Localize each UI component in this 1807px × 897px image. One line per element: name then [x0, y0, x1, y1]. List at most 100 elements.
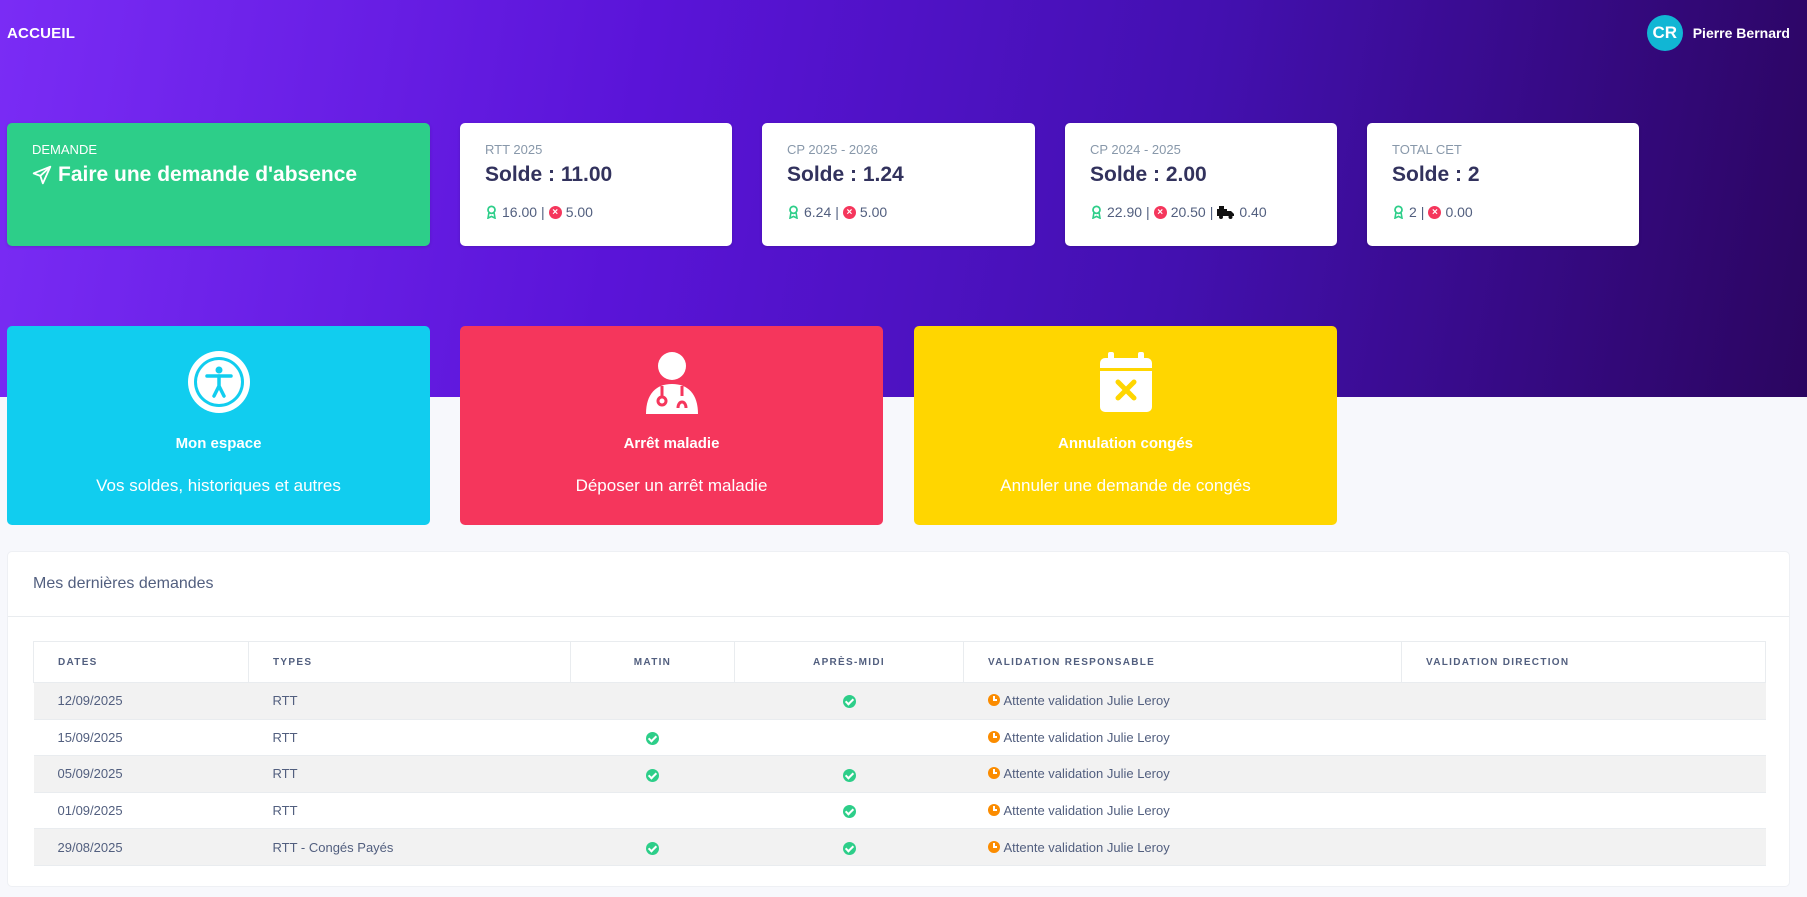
column-header-types[interactable]: TYPES — [248, 641, 571, 683]
balance-solde: Solde : 2.00 — [1090, 163, 1207, 186]
new-request-link[interactable]: Faire une demande d'absence — [32, 163, 405, 187]
column-header-matin[interactable]: MATIN — [570, 641, 735, 683]
balance-label: CP 2024 - 2025 — [1090, 142, 1181, 157]
new-request-card[interactable]: DEMANDE Faire une demande d'absence — [7, 123, 430, 246]
taken-value: 0.00 — [1445, 204, 1473, 220]
action-title: Arrêt maladie — [623, 435, 720, 452]
balance-solde: Solde : 1.24 — [787, 163, 904, 186]
balance-card-total-cet[interactable]: TOTAL CET Solde : 2 2 | × 0.00 — [1367, 123, 1639, 246]
cell-matin — [571, 792, 735, 829]
calendar-x-icon — [1099, 352, 1152, 412]
table-row[interactable]: 12/09/2025 RTT Attente validation Julie Le… — [33, 682, 1766, 720]
acquired-value: 2 — [1409, 204, 1417, 220]
validation-status: Attente validation Julie Leroy — [1003, 729, 1170, 745]
balance-card-cp-2025-2026[interactable]: CP 2025 - 2026 Solde : 1.24 6.24 | × 5.0… — [762, 123, 1035, 246]
check-circle-icon — [646, 841, 659, 855]
clock-icon — [987, 804, 1000, 817]
award-icon — [1092, 205, 1101, 219]
cell-validation-responsable: Attente validation Julie Leroy — [963, 828, 1402, 866]
table-row[interactable]: 01/09/2025 RTT Attente validation Julie Le… — [33, 792, 1766, 829]
balance-meta: 6.24 | × 5.00 — [787, 204, 1010, 220]
clock-icon — [987, 694, 1000, 707]
column-header-validation-responsable[interactable]: VALIDATION RESPONSABLE — [963, 641, 1402, 683]
doctor-icon — [645, 352, 698, 414]
panel-title: Mes dernières demandes — [8, 552, 1789, 617]
balance-solde: Solde : 2 — [1392, 163, 1480, 186]
cancel-circle-icon: × — [1153, 205, 1167, 219]
cell-date: 15/09/2025 — [57, 729, 123, 745]
action-desc: Annuler une demande de congés — [1000, 476, 1251, 495]
award-icon — [789, 205, 798, 219]
acquired-value: 22.90 — [1107, 204, 1143, 220]
page-title[interactable]: ACCUEIL — [7, 25, 75, 42]
table-row[interactable]: 15/09/2025 RTT Attente validation Julie Le… — [33, 719, 1766, 756]
cell-validation-responsable: Attente validation Julie Leroy — [964, 792, 1402, 829]
cell-matin — [570, 682, 735, 720]
balance-label: CP 2025 - 2026 — [787, 142, 878, 157]
check-circle-icon — [842, 841, 856, 855]
cell-apres-midi — [734, 682, 964, 720]
avatar[interactable]: CR — [1646, 15, 1683, 51]
cell-validation-direction — [1401, 682, 1766, 720]
clock-icon — [987, 840, 1000, 853]
cell-apres-midi — [735, 719, 964, 756]
table-row[interactable]: 05/09/2025 RTT Attente validation Julie Le… — [33, 755, 1766, 793]
clock-icon — [987, 730, 1000, 743]
column-header-validation-direction[interactable]: VALIDATION DIRECTION — [1401, 641, 1766, 683]
cell-date: 12/09/2025 — [33, 682, 249, 720]
validation-status: Attente validation Julie Leroy — [1003, 766, 1170, 782]
action-title: Annulation congés — [1058, 435, 1193, 452]
cell-apres-midi — [734, 755, 964, 793]
balance-label: RTT 2025 — [485, 142, 543, 157]
check-circle-icon — [842, 695, 856, 709]
balance-card-cp-2024-2025[interactable]: CP 2024 - 2025 Solde : 2.00 22.90 | × 20… — [1065, 123, 1337, 246]
balance-meta: 16.00 | × 5.00 — [485, 204, 707, 220]
annulation-conges-card[interactable]: Annulation congés Annuler une demande de… — [914, 326, 1337, 525]
check-circle-icon — [842, 768, 856, 782]
cell-type: RTT — [272, 729, 298, 745]
cell-date: 05/09/2025 — [33, 755, 249, 793]
table-header-row: DATES TYPES MATIN APRÈS-MIDI VALIDATION … — [33, 641, 1766, 683]
cell-validation-direction — [1401, 755, 1766, 793]
balance-card-rtt-2025[interactable]: RTT 2025 Solde : 11.00 16.00 | × 5.00 — [460, 123, 732, 246]
cell-type: RTT - Congés Payés — [248, 828, 571, 866]
arret-maladie-card[interactable]: Arrêt maladie Déposer un arrêt maladie — [460, 326, 883, 525]
user-name[interactable]: Pierre Bernard — [1693, 25, 1790, 41]
balance-label: TOTAL CET — [1392, 142, 1462, 157]
validation-status: Attente validation Julie Leroy — [1003, 803, 1170, 819]
acquired-value: 6.24 — [804, 204, 832, 220]
action-title: Mon espace — [175, 435, 262, 452]
cell-validation-direction — [1402, 719, 1766, 756]
column-header-apres-midi[interactable]: APRÈS-MIDI — [734, 641, 964, 683]
new-request-title: Faire une demande d'absence — [58, 163, 358, 186]
truck-icon — [1217, 205, 1235, 219]
validation-status: Attente validation Julie Leroy — [1003, 693, 1170, 709]
user-menu[interactable]: CR Pierre Bernard — [1646, 15, 1790, 51]
cell-matin — [570, 755, 735, 793]
cancel-circle-icon: × — [548, 205, 562, 219]
cell-apres-midi — [735, 792, 964, 829]
clock-icon — [987, 767, 1000, 780]
award-icon — [1394, 205, 1403, 219]
cell-validation-responsable: Attente validation Julie Leroy — [963, 755, 1402, 793]
check-circle-icon — [646, 768, 659, 782]
column-header-dates[interactable]: DATES — [33, 641, 249, 683]
balance-meta: 2 | × 0.00 — [1392, 204, 1614, 220]
accessibility-icon — [187, 351, 250, 413]
cell-validation-responsable: Attente validation Julie Leroy — [963, 682, 1402, 720]
check-circle-icon — [646, 731, 659, 745]
cell-matin — [570, 828, 735, 866]
mon-espace-card[interactable]: Mon espace Vos soldes, historiques et au… — [7, 326, 430, 525]
cell-date: 01/09/2025 — [57, 803, 123, 819]
taken-value: 20.50 — [1170, 204, 1206, 220]
recent-requests-panel: Mes dernières demandes DATES TYPES MATIN… — [7, 551, 1790, 887]
table-row[interactable]: 29/08/2025 RTT - Congés Payés Attente vali… — [33, 828, 1766, 866]
transferred-value: 0.40 — [1239, 204, 1267, 220]
cell-apres-midi — [734, 828, 964, 866]
taken-value: 5.00 — [859, 204, 888, 220]
cell-matin — [571, 719, 735, 756]
cell-validation-direction — [1402, 792, 1766, 829]
taken-value: 5.00 — [565, 204, 593, 220]
cell-type: RTT — [248, 755, 571, 793]
card-label: DEMANDE — [32, 142, 98, 157]
